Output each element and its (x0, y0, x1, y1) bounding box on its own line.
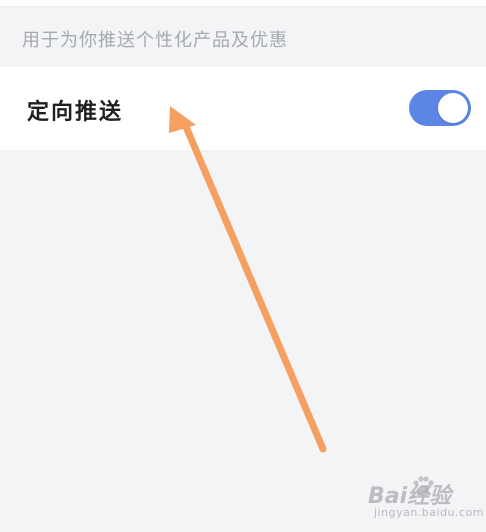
watermark-logo-text: Bai经验 (368, 484, 452, 509)
arrow-shaft (180, 118, 327, 453)
targeted-push-toggle[interactable] (409, 90, 471, 126)
section-caption: 用于为你推送个性化产品及优惠 (22, 30, 288, 51)
top-divider-strip (0, 0, 486, 7)
toggle-knob (438, 93, 468, 123)
setting-label: 定向推送 (27, 100, 124, 125)
setting-row-targeted-push[interactable]: 定向推送 (0, 67, 486, 150)
watermark-site-text: jingyan.baidu.com (374, 506, 485, 519)
paw-icon (413, 476, 434, 496)
baidu-jingyan-watermark: Bai经验 jingyan.baidu.com (368, 470, 484, 526)
